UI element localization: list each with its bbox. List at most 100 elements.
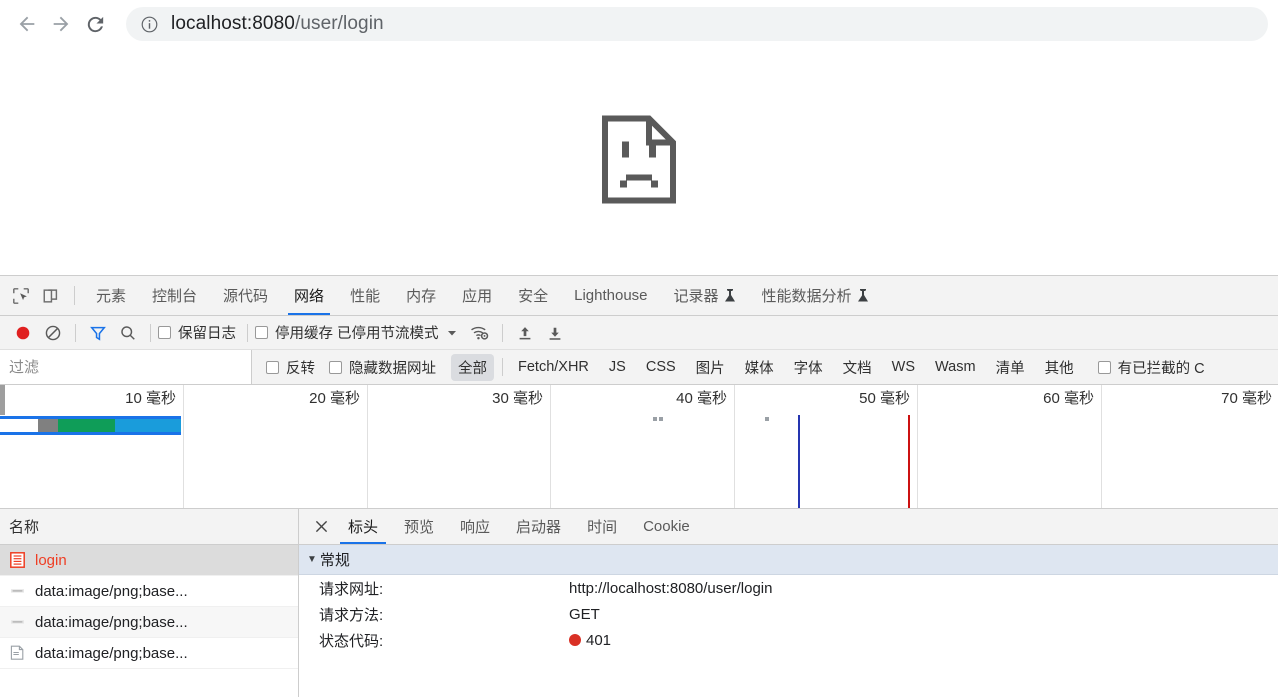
tab-console[interactable]: 控制台: [139, 276, 210, 315]
request-name: data:image/png;base...: [35, 644, 188, 662]
type-filter-ws[interactable]: WS: [885, 356, 922, 378]
blocked-cookies-checkbox[interactable]: 有已拦截的 C: [1097, 357, 1205, 378]
request-detail-panel: 标头 预览 响应 启动器 时间 Cookie ▼ 常规 请求网址: http:/…: [299, 509, 1278, 697]
field-value: 401: [586, 631, 612, 649]
clear-icon[interactable]: [38, 319, 68, 347]
table-row[interactable]: data:image/png;base...: [0, 638, 298, 669]
close-icon[interactable]: [307, 509, 335, 544]
url-host: localhost:8080: [171, 13, 295, 34]
tab-security[interactable]: 安全: [505, 276, 561, 315]
detail-tab-timing[interactable]: 时间: [574, 509, 630, 544]
disable-cache-checkbox[interactable]: 停用缓存: [255, 322, 333, 343]
site-info-icon[interactable]: [140, 15, 159, 34]
network-overview-timeline[interactable]: 10 毫秒 20 毫秒 30 毫秒 40 毫秒 50 毫秒 60 毫秒 70 毫…: [0, 385, 1278, 509]
filter-divider: [502, 358, 503, 376]
overview-gridline: [1101, 385, 1102, 508]
experiment-flask-icon: [724, 288, 736, 303]
request-list-panel: 名称 login data:image/png;base... data:ima…: [0, 509, 299, 697]
status-badge: [569, 634, 581, 646]
hide-data-urls-checkbox[interactable]: 隐藏数据网址: [329, 357, 436, 378]
devtools-panel: 元素 控制台 源代码 网络 性能 内存 应用 安全 Lighthouse 记录器…: [0, 275, 1278, 697]
download-arrow-icon[interactable]: [540, 319, 570, 347]
type-filter-fetch-xhr[interactable]: Fetch/XHR: [511, 356, 596, 378]
document-icon: [9, 552, 26, 569]
tab-label: 记录器: [673, 288, 719, 305]
chevron-down-icon[interactable]: [439, 327, 465, 339]
field-value: http://localhost:8080/user/login: [569, 579, 773, 597]
type-filter-css[interactable]: CSS: [639, 356, 683, 378]
overview-tick-label: 70 毫秒: [1221, 390, 1272, 407]
type-filter-doc[interactable]: 文档: [836, 354, 879, 381]
field-key: 状态代码:: [319, 632, 384, 650]
type-filter-font[interactable]: 字体: [787, 354, 830, 381]
upload-arrow-icon[interactable]: [510, 319, 540, 347]
image-placeholder-icon: [9, 614, 26, 631]
search-icon[interactable]: [113, 319, 143, 347]
type-filter-all[interactable]: 全部: [451, 353, 494, 381]
address-bar[interactable]: localhost:8080/user/login: [126, 7, 1268, 41]
tab-network[interactable]: 网络: [281, 276, 337, 315]
tab-elements[interactable]: 元素: [83, 276, 139, 315]
wifi-settings-icon[interactable]: [465, 319, 495, 347]
tab-label: 元素: [96, 288, 127, 305]
table-row[interactable]: data:image/png;base...: [0, 576, 298, 607]
forward-button[interactable]: [44, 7, 78, 41]
detail-tab-preview[interactable]: 预览: [391, 509, 447, 544]
detail-tab-initiator[interactable]: 启动器: [503, 509, 574, 544]
back-arrow-icon: [19, 16, 35, 32]
tab-lighthouse[interactable]: Lighthouse: [561, 276, 660, 315]
type-filter-manifest[interactable]: 清单: [989, 354, 1032, 381]
table-row[interactable]: data:image/png;base...: [0, 607, 298, 638]
type-filter-other[interactable]: 其他: [1038, 354, 1081, 381]
tab-performance[interactable]: 性能: [337, 276, 393, 315]
tab-sources[interactable]: 源代码: [210, 276, 281, 315]
record-stop-icon[interactable]: [8, 319, 38, 347]
table-row[interactable]: login: [0, 545, 298, 576]
overview-left-handle[interactable]: [0, 385, 5, 415]
tab-label: 性能: [350, 288, 381, 305]
network-filter-bar: 反转 隐藏数据网址 全部 Fetch/XHR JS CSS 图片 媒体 字体 文…: [0, 350, 1278, 385]
tab-memory[interactable]: 内存: [393, 276, 449, 315]
request-name: data:image/png;base...: [35, 582, 188, 600]
type-filter-wasm[interactable]: Wasm: [928, 356, 983, 378]
type-filter-media[interactable]: 媒体: [738, 354, 781, 381]
device-toolbar-icon[interactable]: [36, 276, 66, 315]
sad-page-icon: [602, 115, 676, 209]
throttling-select[interactable]: 已停用节流模式: [337, 322, 439, 343]
overview-gridline: [183, 385, 184, 508]
type-filter-js[interactable]: JS: [602, 356, 633, 378]
devtools-tabstrip: 元素 控制台 源代码 网络 性能 内存 应用 安全 Lighthouse 记录器…: [0, 276, 1278, 316]
field-value-wrapper: 401: [569, 632, 611, 649]
back-button[interactable]: [10, 7, 44, 41]
detail-tab-response[interactable]: 响应: [447, 509, 503, 544]
url-path: /user/login: [294, 13, 384, 34]
preserve-log-checkbox[interactable]: 保留日志: [158, 322, 236, 343]
general-section-header[interactable]: ▼ 常规: [299, 545, 1278, 575]
overview-tick-label: 30 毫秒: [492, 390, 543, 407]
reload-button[interactable]: [78, 7, 112, 41]
filter-funnel-icon[interactable]: [83, 319, 113, 347]
overview-gridline: [734, 385, 735, 508]
field-key: 请求方法:: [319, 606, 384, 624]
detail-tab-headers[interactable]: 标头: [335, 509, 391, 544]
inspect-element-icon[interactable]: [6, 276, 36, 315]
checkbox-box: [158, 326, 171, 339]
tab-recorder[interactable]: 记录器: [661, 276, 749, 315]
detail-tab-label: 预览: [404, 519, 435, 536]
tab-performance-insights[interactable]: 性能数据分析: [749, 276, 882, 315]
type-filter-img[interactable]: 图片: [689, 354, 732, 381]
detail-tab-cookies[interactable]: Cookie: [630, 509, 703, 544]
overview-request-dot: [765, 417, 769, 421]
image-placeholder-icon: [9, 583, 26, 600]
overview-tick-label: 60 毫秒: [1043, 390, 1094, 407]
filter-input[interactable]: [0, 350, 252, 384]
tab-application[interactable]: 应用: [449, 276, 505, 315]
toolbar-divider: [501, 323, 503, 342]
overview-tick-label: 10 毫秒: [125, 390, 176, 407]
dom-content-loaded-marker: [798, 415, 800, 508]
invert-checkbox[interactable]: 反转: [266, 357, 315, 378]
blocked-cookies-label: 有已拦截的 C: [1117, 360, 1205, 377]
preserve-log-label: 保留日志: [178, 326, 236, 342]
detail-tabstrip: 标头 预览 响应 启动器 时间 Cookie: [299, 509, 1278, 545]
request-list[interactable]: login data:image/png;base... data:image/…: [0, 545, 298, 697]
